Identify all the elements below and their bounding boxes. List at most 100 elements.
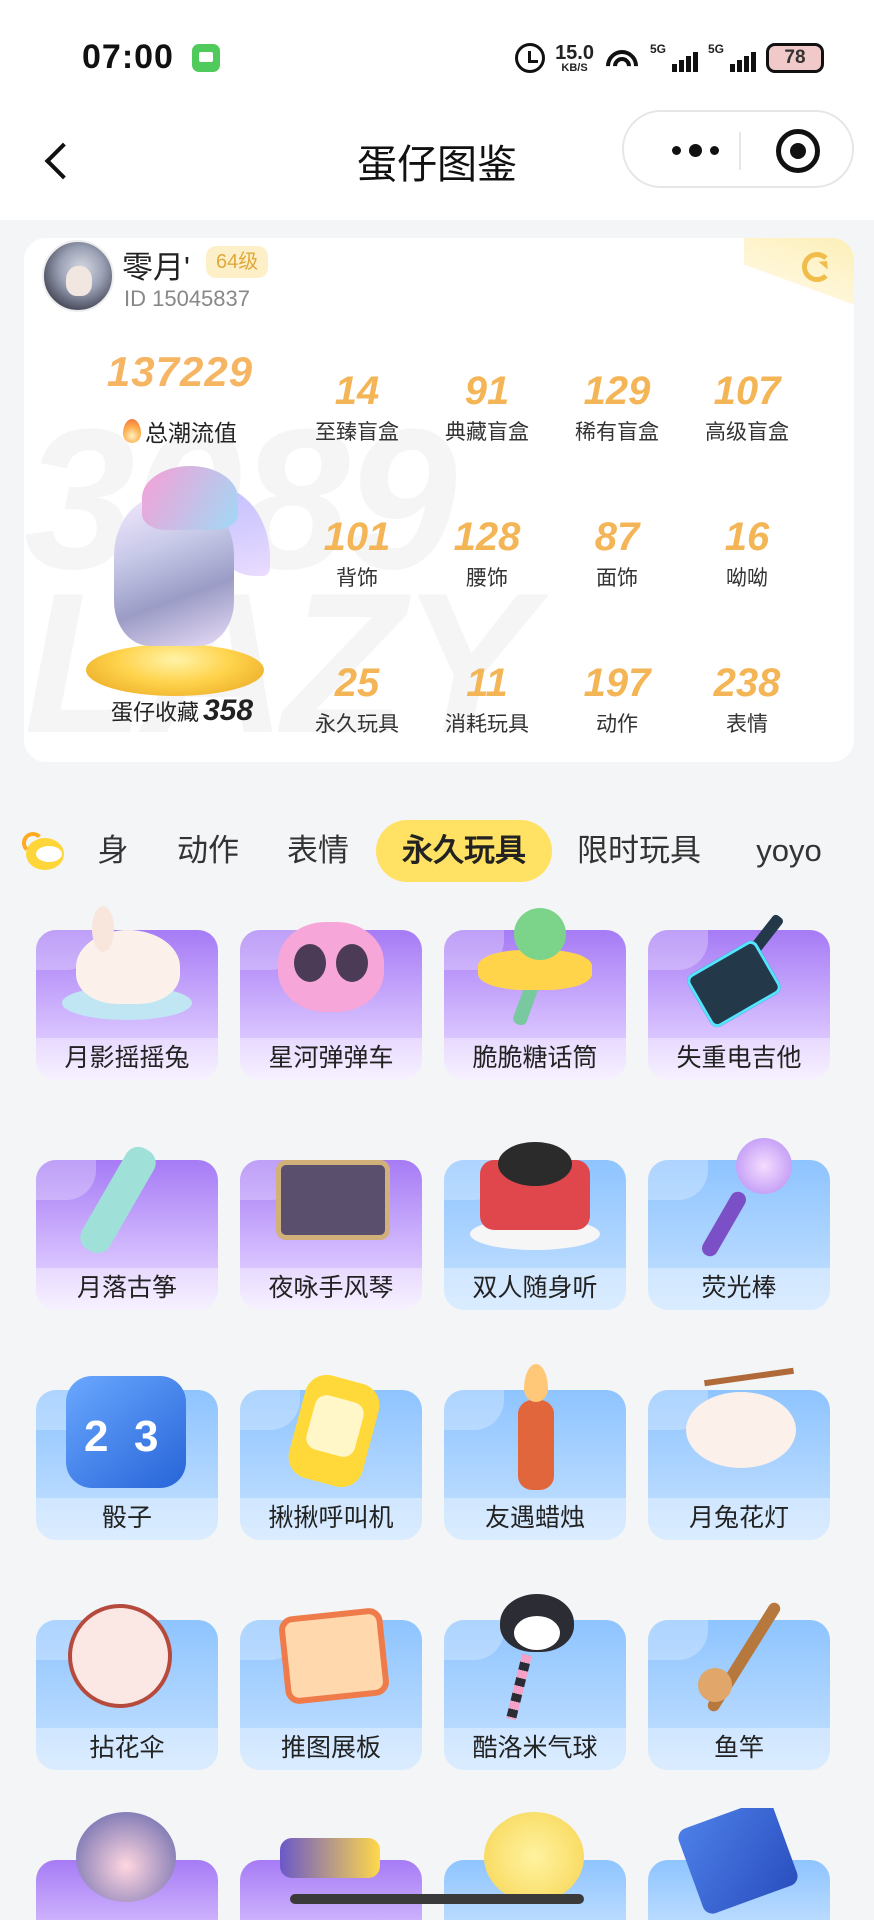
toy-name: 双人随身听 <box>472 1274 598 1302</box>
stat-item[interactable]: 128 腰饰 <box>422 514 552 592</box>
trend-label: 总潮流值 <box>145 420 237 446</box>
car-icon <box>266 904 396 1024</box>
refresh-icon[interactable] <box>802 252 832 282</box>
toy-name: 揪揪呼叫机 <box>268 1504 394 1532</box>
stat-label: 稀有盲盒 <box>575 421 659 444</box>
tab-yoyo[interactable]: yoyo <box>746 820 832 882</box>
toy-card[interactable]: 揪揪呼叫机 <box>240 1358 422 1540</box>
figure-pedestal <box>86 644 264 696</box>
pig-frame-icon <box>76 1812 176 1902</box>
egg-logo-icon <box>22 832 68 876</box>
toy-card[interactable]: 鱼竿 <box>648 1588 830 1770</box>
toy-card-partial[interactable] <box>648 1808 830 1920</box>
pager-icon <box>266 1364 396 1493</box>
stat-label: 典藏盲盒 <box>445 421 529 444</box>
toy-card[interactable]: 脆脆糖话筒 <box>444 898 626 1080</box>
trend-label-row: 总潮流值 <box>80 414 280 448</box>
stat-value: 91 <box>464 369 510 413</box>
guitar-icon <box>674 904 804 1030</box>
umbrella-icon <box>62 1594 192 1714</box>
glow-stick-icon <box>674 1134 804 1260</box>
username: 零月' <box>122 250 190 285</box>
tab-permanent-toys[interactable]: 永久玩具 <box>376 820 552 882</box>
record-player-icon <box>470 1134 600 1254</box>
stat-label: 面饰 <box>596 567 638 590</box>
stat-item[interactable]: 91 典藏盲盒 <box>422 368 552 446</box>
home-indicator[interactable] <box>290 1894 584 1904</box>
toy-card[interactable]: 推图展板 <box>240 1588 422 1770</box>
message-app-icon <box>192 44 220 72</box>
stats-grid: 14 至臻盲盒 91 典藏盲盒 129 稀有盲盒 107 高级盲盒 101 背饰 128 腰… <box>292 368 812 738</box>
candle-icon <box>470 1364 600 1490</box>
toy-card-partial[interactable] <box>36 1808 218 1920</box>
stat-label: 消耗玩具 <box>445 713 529 736</box>
stat-item[interactable]: 129 稀有盲盒 <box>552 368 682 446</box>
toy-name: 脆脆糖话筒 <box>472 1044 598 1072</box>
accordion-icon <box>266 1134 396 1254</box>
stat-item[interactable]: 87 面饰 <box>552 514 682 592</box>
collection-value: 358 <box>202 694 254 727</box>
toy-card[interactable]: 月落古筝 <box>36 1128 218 1310</box>
toy-name: 失重电吉他 <box>676 1044 802 1072</box>
tab-body[interactable]: 身 <box>88 820 138 882</box>
toy-card[interactable]: 双人随身听 <box>444 1128 626 1310</box>
dice-face: 2 <box>84 1412 109 1461</box>
stat-item[interactable]: 101 背饰 <box>292 514 422 592</box>
toy-card[interactable]: 月兔花灯 <box>648 1358 830 1540</box>
stat-label: 腰饰 <box>466 567 508 590</box>
stat-label: 至臻盲盒 <box>315 421 399 444</box>
stat-item[interactable]: 238 表情 <box>682 660 812 738</box>
corner-decoration <box>744 238 854 308</box>
close-target-icon[interactable] <box>776 129 820 173</box>
stat-value: 25 <box>334 661 380 705</box>
toy-name: 星河弹弹车 <box>268 1044 394 1072</box>
toy-name: 推图展板 <box>280 1734 381 1762</box>
toy-card[interactable]: 友遇蜡烛 <box>444 1358 626 1540</box>
stat-value: 197 <box>583 661 651 705</box>
signal-icon: 5G <box>650 42 698 72</box>
battery-icon: 78 <box>766 43 824 73</box>
capsule-divider <box>739 132 741 170</box>
toy-card[interactable]: 拈花伞 <box>36 1588 218 1770</box>
dice-face: 3 <box>134 1412 159 1461</box>
stat-value: 101 <box>323 515 391 559</box>
signal-icon: 5G <box>708 42 756 72</box>
more-options-icon[interactable] <box>660 136 730 164</box>
toy-name: 拈花伞 <box>89 1734 165 1762</box>
signal-label: 5G <box>650 42 667 56</box>
toy-card[interactable]: 夜咏手风琴 <box>240 1128 422 1310</box>
tab-limited-toys[interactable]: 限时玩具 <box>572 820 706 882</box>
stat-item[interactable]: 107 高级盲盒 <box>682 368 812 446</box>
toy-name: 骰子 <box>101 1504 152 1532</box>
stat-item[interactable]: 16 呦呦 <box>682 514 812 592</box>
stat-item[interactable]: 11 消耗玩具 <box>422 660 552 738</box>
board-icon <box>266 1594 396 1714</box>
tab-actions[interactable]: 动作 <box>170 820 246 882</box>
stat-item[interactable]: 197 动作 <box>552 660 682 738</box>
toy-card[interactable]: 月影摇摇兔 <box>36 898 218 1080</box>
toy-card[interactable]: 失重电吉他 <box>648 898 830 1080</box>
toy-card[interactable]: 荧光棒 <box>648 1128 830 1310</box>
avatar[interactable] <box>42 240 114 312</box>
toy-name: 夜咏手风琴 <box>268 1274 394 1302</box>
stat-label: 表情 <box>726 713 768 736</box>
toy-card[interactable]: 酷洛米气球 <box>444 1588 626 1770</box>
net-speed-unit: KB/S <box>561 61 588 74</box>
toy-card[interactable]: 23 骰子 <box>36 1358 218 1540</box>
tab-emotes[interactable]: 表情 <box>280 820 356 882</box>
eggy-figure[interactable] <box>80 466 270 696</box>
signal-label: 5G <box>708 42 725 56</box>
flame-icon <box>123 419 141 443</box>
collection-label: 蛋仔收藏 <box>110 700 199 725</box>
category-tabs: 身 动作 表情 永久玩具 限时玩具 yoyo <box>0 820 874 886</box>
rabbit-icon <box>62 904 192 1024</box>
stat-item[interactable]: 14 至臻盲盒 <box>292 368 422 446</box>
stat-label: 动作 <box>596 713 638 736</box>
stat-value: 11 <box>466 661 508 705</box>
stat-item[interactable]: 25 永久玩具 <box>292 660 422 738</box>
toy-card[interactable]: 星河弹弹车 <box>240 898 422 1080</box>
lantern-icon <box>674 1364 804 1484</box>
stat-value: 107 <box>713 369 781 413</box>
fishing-rod-icon <box>674 1594 804 1714</box>
zheng-icon <box>62 1134 192 1259</box>
